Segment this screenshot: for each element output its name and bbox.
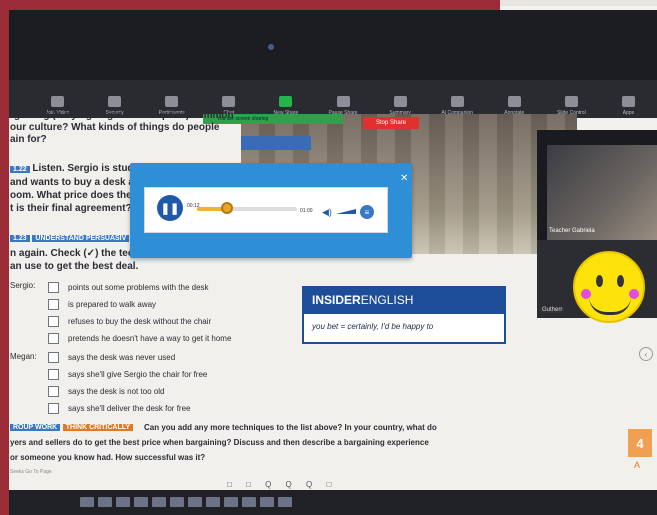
taskbar-app-icon[interactable] <box>152 497 166 507</box>
group-text-2: yers and sellers do to get the best pric… <box>10 438 429 447</box>
question-line-7: t is their final agreement? <box>10 203 132 214</box>
pause-icon: ❚❚ <box>160 202 180 215</box>
pause-button[interactable]: ❚❚ <box>157 195 183 221</box>
frame-top <box>0 0 500 10</box>
checkbox-label: says the desk was never used <box>68 353 176 362</box>
taskbar-app-icon[interactable] <box>278 497 292 507</box>
taskbar-app-icon[interactable] <box>242 497 256 507</box>
toolbar-label: Apps <box>622 110 635 116</box>
time-total: 01:00 <box>300 208 313 214</box>
page-sub: A <box>634 460 641 470</box>
taskbar-app-icon[interactable] <box>224 497 238 507</box>
toolbar-icon <box>621 96 635 107</box>
taskbar-app-icon[interactable] <box>116 497 130 507</box>
zoom-toolbar-item[interactable]: AI Companion <box>429 96 486 116</box>
insider-heading-rest: ENGLISH <box>360 293 414 307</box>
zoom-toolbar-item[interactable]: Annotate <box>486 96 543 116</box>
stop-share-label: Stop Share <box>375 120 407 126</box>
checkbox-label: is prepared to walk away <box>68 300 157 309</box>
pdf-toolbar[interactable]: □ □ Q Q Q □ <box>227 480 337 489</box>
group-text-3: or someone you know had. How successful … <box>10 453 206 462</box>
footer-nav: Seeks Go To Page <box>10 469 52 475</box>
toolbar-icon <box>450 96 464 107</box>
megan-label: Megan: <box>10 352 37 361</box>
sergio-label: Sergio: <box>10 281 36 290</box>
question-line-6: oom. What price does the se <box>10 190 146 201</box>
volume-icon[interactable]: ◀) <box>322 207 332 218</box>
toolbar-icon <box>222 96 236 107</box>
nav-circle-button[interactable]: ‹ <box>639 347 653 361</box>
checkbox-label: says she'll deliver the desk for free <box>68 404 191 413</box>
checkbox[interactable] <box>48 333 59 344</box>
zoom-toolbar-item[interactable]: Summary <box>372 96 429 116</box>
checkbox[interactable] <box>48 316 59 327</box>
zoom-toolbar-item[interactable]: Pause Share <box>314 96 371 116</box>
question-line-10: an use to get the best deal. <box>10 261 139 272</box>
taskbar-app-icon[interactable] <box>98 497 112 507</box>
toolbar-icon <box>336 96 350 107</box>
taskbar-app-icon[interactable] <box>260 497 274 507</box>
badge-think-critically: THINK CRITICALLY <box>62 424 134 431</box>
checkbox-label: pretends he doesn't have a way to get it… <box>68 334 232 343</box>
checkbox[interactable] <box>48 352 59 363</box>
audio-scrub-handle[interactable] <box>221 202 233 214</box>
page-number: 4 <box>628 429 652 457</box>
badge-group-work: ROUP WORK <box>10 424 61 431</box>
student-name: Gutherr <box>540 307 565 313</box>
checkbox[interactable] <box>48 386 59 397</box>
toolbar-icon <box>279 96 293 107</box>
checkbox[interactable] <box>48 369 59 380</box>
stop-share-button[interactable]: Stop Share <box>363 117 419 129</box>
toolbar-icon <box>165 96 179 107</box>
badge-track: 1.23 <box>10 235 30 242</box>
zoom-toolbar-item[interactable]: New Share <box>257 96 314 116</box>
badge-listen: 1.22 <box>10 166 30 173</box>
group-text-1: Can you add any more techniques to the l… <box>144 423 437 432</box>
question-line-3: ain for? <box>10 134 47 145</box>
smiley-eye-right <box>617 275 624 287</box>
checkbox-label: says she'll give Sergio the chair for fr… <box>68 370 208 379</box>
toolbar-icon <box>108 96 122 107</box>
checkbox-label: points out some problems with the desk <box>68 283 209 292</box>
checkbox-label: says the desk is not too old <box>68 387 165 396</box>
frame-left <box>0 0 9 515</box>
toolbar-icon <box>51 96 65 107</box>
question-line-5: and wants to buy a desk at a <box>10 177 146 188</box>
insider-heading-bold: INSIDER <box>312 293 361 307</box>
teacher-name: Teacher Gabriela <box>549 228 595 234</box>
smiley-mouth <box>589 297 631 315</box>
zoom-toolbar-item[interactable]: Apps <box>600 96 657 116</box>
toolbar-icon <box>507 96 521 107</box>
insider-text: you bet = certainly, I'd be happy to <box>312 322 434 331</box>
checkbox-label: refuses to buy the desk without the chai… <box>68 317 212 326</box>
frame-top-right <box>500 0 657 6</box>
furniture-shelf <box>241 136 311 150</box>
checkbox[interactable] <box>48 403 59 414</box>
webcam-icon <box>268 44 274 50</box>
taskbar-app-icon[interactable] <box>206 497 220 507</box>
checkbox[interactable] <box>48 299 59 310</box>
taskbar-app-icon[interactable] <box>80 497 94 507</box>
close-icon[interactable]: ✕ <box>400 173 408 184</box>
taskbar-app-icon[interactable] <box>134 497 148 507</box>
insider-heading: INSIDER ENGLISH <box>302 286 506 314</box>
menu-icon[interactable]: ≡ <box>360 205 374 219</box>
badge-understand: UNDERSTAND PERSUASIV <box>32 235 130 242</box>
checkbox[interactable] <box>48 282 59 293</box>
zoom-toolbar-item[interactable]: Slide Control <box>543 96 600 116</box>
taskbar-app-icon[interactable] <box>170 497 184 507</box>
toolbar-icon <box>393 96 407 107</box>
smiley-sticker <box>573 251 645 323</box>
toolbar-icon <box>564 96 578 107</box>
question-line-2: our culture? What kinds of things do peo… <box>10 122 220 133</box>
question-line-1: rgaining (= trying to get a lower price)… <box>10 110 234 121</box>
laptop-bezel <box>9 10 657 80</box>
smiley-eye-left <box>596 275 603 287</box>
taskbar-app-icon[interactable] <box>188 497 202 507</box>
teacher-video[interactable] <box>547 145 657 240</box>
